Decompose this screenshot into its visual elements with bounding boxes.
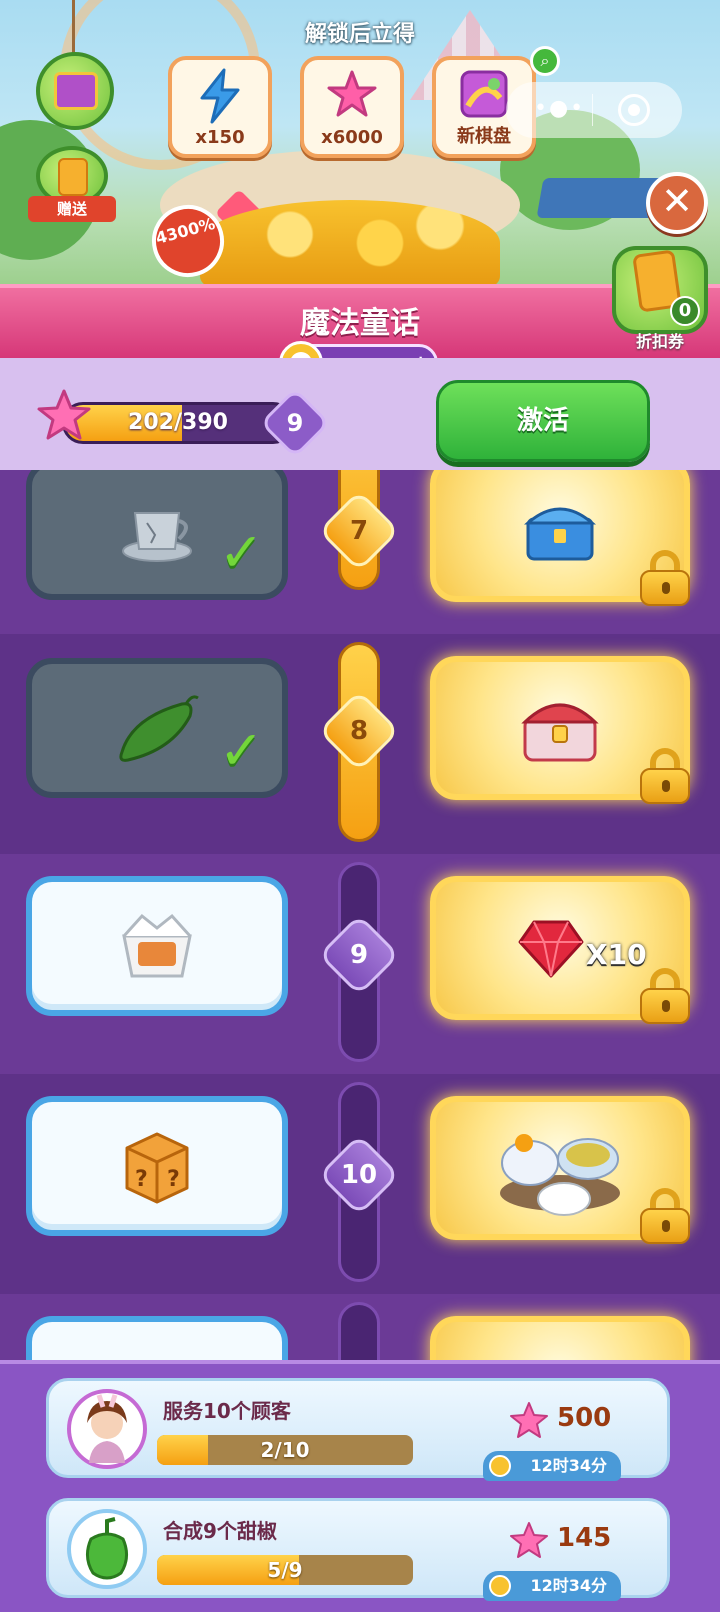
unlock-rewards-title: 解锁后立得 [304, 22, 415, 47]
coin-pile-decoration [200, 200, 500, 286]
task-timer: 12时34分 [483, 1451, 621, 1481]
alarm-clock-icon [489, 1575, 511, 1597]
level-number: 9 [349, 940, 369, 970]
premium-reward-card[interactable] [430, 656, 690, 804]
pink-star-icon [37, 389, 91, 440]
reward-card-stars: x6000 [300, 56, 404, 158]
free-reward-card[interactable] [26, 876, 288, 1016]
task-name: 服务10个顾客 [163, 1399, 291, 1423]
cracked-teacup-icon [122, 512, 192, 562]
pass-progress-text: 202/390 [128, 410, 228, 435]
svg-text:?: ? [135, 1167, 148, 1192]
lock-icon [640, 968, 690, 1024]
task-time-left: 12时34分 [530, 1456, 607, 1475]
task-card[interactable]: 服务10个顾客 2/10 500 12时34分 [46, 1378, 670, 1481]
level-row [0, 1294, 720, 1360]
level-row: ? ? 10 [0, 1074, 720, 1294]
pink-star-icon [510, 1522, 548, 1558]
free-reward-card[interactable]: ? ? [26, 1096, 288, 1236]
free-reward-card[interactable] [26, 1316, 288, 1360]
task-name: 合成9个甜椒 [163, 1519, 277, 1543]
reward-amount: x150 [195, 127, 245, 148]
reward-track-list[interactable]: ✓ 7 ✓ 8 9 X10 ? ? 10 [0, 470, 720, 1360]
more-options-icon[interactable]: •●• [534, 96, 585, 121]
close-miniprogram-icon[interactable] [618, 94, 650, 126]
lock-icon [640, 550, 690, 606]
send-gift-label[interactable]: 赠送 [28, 196, 116, 222]
activate-button[interactable]: 激活 [436, 380, 650, 462]
discount-coupon-button[interactable]: 0 折扣券 [612, 246, 708, 351]
gift-box-button[interactable] [36, 52, 114, 130]
mini-program-capsule: •●• [506, 82, 682, 138]
task-reward-amount: 145 [557, 1523, 612, 1553]
claimed-check-icon: ✓ [218, 521, 264, 584]
level-number: 8 [349, 716, 369, 746]
alarm-clock-icon [489, 1455, 511, 1477]
pink-star-icon [510, 1402, 548, 1438]
magnifier-icon[interactable]: ⌕ [530, 46, 560, 76]
level-row: 9 X10 [0, 854, 720, 1074]
level-row: ✓ 7 [0, 470, 720, 610]
premium-quantity: X10 [586, 938, 647, 971]
task-progress-text: 2/10 [260, 1438, 310, 1462]
premium-reward-card[interactable]: X10 [430, 876, 690, 1024]
free-reward-card[interactable]: ✓ [26, 470, 288, 600]
coupon-label: 折扣券 [635, 332, 684, 351]
meal-set-icon [500, 1134, 620, 1216]
claimed-check-icon: ✓ [218, 719, 264, 782]
premium-reward-card[interactable] [430, 1316, 690, 1360]
gift-string [72, 0, 75, 56]
new-board-icon [460, 70, 508, 118]
task-timer: 12时34分 [483, 1571, 621, 1601]
reward-card-energy: x150 [168, 56, 272, 158]
premium-reward-card[interactable] [430, 470, 690, 606]
task-reward-amount: 500 [557, 1403, 612, 1433]
red-chest-icon [521, 703, 599, 762]
lock-icon [640, 1188, 690, 1244]
reward-amount: x6000 [321, 127, 383, 148]
track-segment [338, 1302, 380, 1360]
lock-icon [640, 748, 690, 804]
free-reward-card[interactable]: ✓ [26, 658, 288, 798]
customer-avatar-icon [67, 1389, 147, 1469]
current-level-number: 9 [286, 409, 304, 437]
blue-chest-icon [524, 507, 596, 561]
cucumber-icon [119, 695, 199, 762]
takeout-box-icon [122, 913, 192, 978]
task-panel: 服务10个顾客 2/10 500 12时34分 合成9个甜椒 5/9 145 1… [0, 1360, 720, 1612]
lightning-icon [200, 68, 240, 124]
coupon-count: 0 [670, 296, 700, 326]
level-number: 10 [340, 1160, 378, 1190]
task-time-left: 12时34分 [530, 1576, 607, 1595]
premium-reward-card[interactable] [430, 1096, 690, 1244]
gift-box-icon [54, 72, 98, 110]
task-progress-text: 5/9 [267, 1558, 303, 1582]
svg-text:?: ? [167, 1167, 180, 1192]
close-button[interactable]: ✕ [646, 172, 708, 234]
ticket-icon [58, 158, 88, 196]
ruby-gem-icon [518, 920, 584, 978]
star-icon [327, 70, 377, 117]
level-row: ✓ 8 [0, 634, 720, 854]
task-card[interactable]: 合成9个甜椒 5/9 145 12时34分 [46, 1498, 670, 1601]
mystery-box-icon: ? ? [125, 1132, 189, 1204]
green-pepper-icon [67, 1509, 147, 1589]
level-number: 7 [349, 516, 369, 546]
